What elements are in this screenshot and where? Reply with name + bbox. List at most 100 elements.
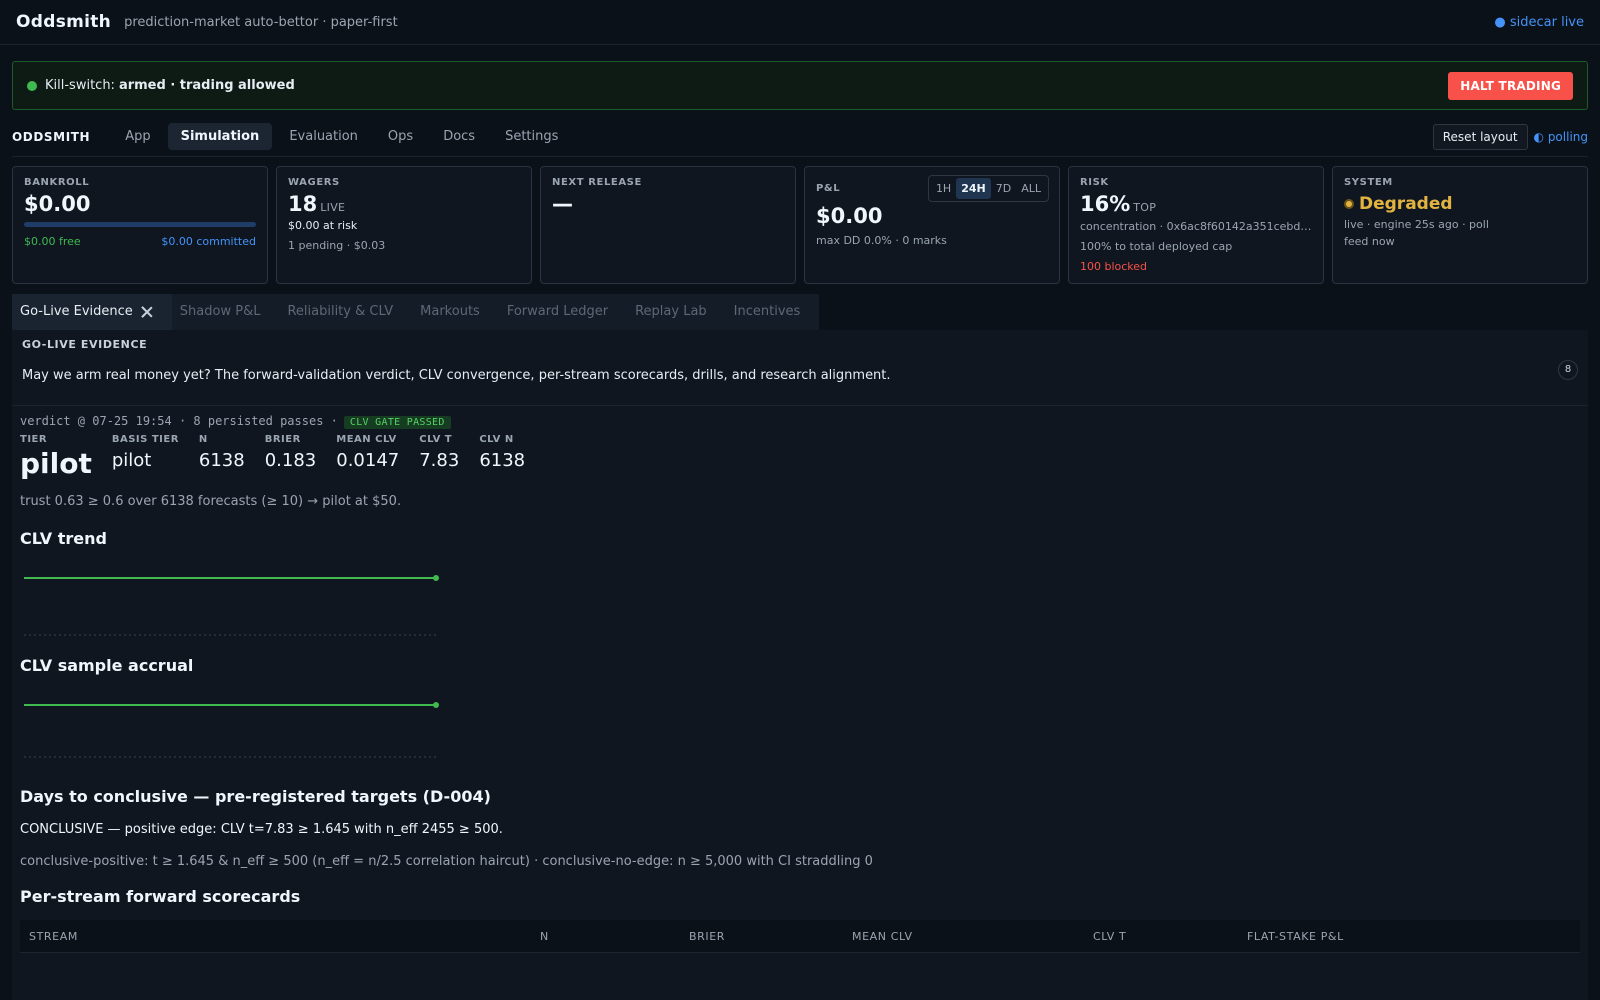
tab-markouts[interactable]: Markouts [412, 294, 499, 330]
nav-item-ops[interactable]: Ops [375, 123, 426, 150]
card-label: RISK [1080, 177, 1109, 188]
column-header[interactable]: N [540, 930, 689, 943]
system-status-text: Degraded [1359, 194, 1453, 214]
card-label: WAGERS [288, 177, 340, 188]
metric-value: 0.0147 [336, 450, 400, 471]
risk-cap: 100% to total deployed cap [1080, 240, 1233, 253]
range-all[interactable]: ALL [1016, 178, 1046, 199]
metric-clv-t: CLV T 7.83 [419, 434, 459, 480]
nav-item-simulation[interactable]: Simulation [167, 123, 273, 150]
reset-layout-button[interactable]: Reset layout [1432, 123, 1528, 150]
close-icon[interactable] [141, 306, 153, 318]
degraded-dot-icon [1344, 199, 1354, 209]
nav-brand: ODDSMITH [12, 129, 91, 144]
wagers-card: WAGERS 18 LIVE $0.00 at risk 1 pending · … [276, 166, 532, 284]
metric-n: N 6138 [199, 434, 245, 480]
status-dot-icon [27, 80, 37, 91]
metric-label: N [198, 434, 208, 445]
trust-line: trust 0.63 ≥ 0.6 over 6138 forecasts (≥ … [20, 494, 402, 509]
card-label: SYSTEM [1344, 177, 1393, 188]
top-bar: Oddsmith prediction-market auto-bettor ·… [0, 0, 1600, 45]
nav-item-app[interactable]: App [112, 123, 163, 150]
count-badge: 8 [1558, 360, 1578, 380]
risk-percent: 16% [1080, 192, 1131, 216]
tab-reliability-clv[interactable]: Reliability & CLV [279, 294, 413, 330]
wagers-value: 18 LIVE [288, 192, 520, 216]
kill-switch-status: armed · trading allowed [118, 78, 295, 93]
tab-label: Go-Live Evidence [20, 304, 133, 319]
panel-tabs: Go-Live Evidence Shadow P&L Reliability … [12, 294, 1588, 330]
bankroll-value: $0.00 [24, 192, 91, 216]
app-brand: Oddsmith [16, 12, 112, 32]
tab-forward-ledger[interactable]: Forward Ledger [498, 294, 628, 330]
risk-card: RISK 16% TOP concentration · 0x6ac8f60142… [1068, 166, 1324, 284]
metric-value: 6138 [479, 450, 526, 471]
system-status: Degraded [1344, 194, 1576, 214]
conclusive-status: CONCLUSIVE — positive edge: CLV t=7.83 ≥… [20, 822, 503, 837]
next-release-value: — [552, 192, 573, 216]
days-to-conclusive-title: Days to conclusive — pre-registered targ… [20, 787, 491, 806]
clv-accrual-title: CLV sample accrual [20, 656, 194, 675]
system-line-1: live · engine 25s ago · poll [1344, 218, 1489, 231]
bankroll-free: $0.00 free [24, 235, 81, 248]
scorecards-table: STREAM N BRIER MEAN CLV CLV T FLAT-STAKE… [20, 920, 1580, 953]
kill-switch-text: Kill-switch: armed · trading allowed [45, 78, 295, 93]
metric-label: BASIS TIER [111, 434, 179, 445]
tab-shadow-pnl[interactable]: Shadow P&L [171, 294, 280, 330]
column-header[interactable]: MEAN CLV [852, 930, 1093, 943]
column-header[interactable]: FLAT-STAKE P&L [1247, 930, 1344, 943]
range-7d[interactable]: 7D [991, 178, 1016, 199]
metric-value: pilot [111, 450, 152, 471]
tab-replay-lab[interactable]: Replay Lab [627, 294, 726, 330]
nav-item-docs[interactable]: Docs [430, 123, 488, 150]
metric-value: 7.83 [419, 450, 460, 471]
tab-incentives[interactable]: Incentives [725, 294, 820, 330]
kill-switch-bar: Kill-switch: armed · trading allowed HALT… [12, 61, 1588, 110]
verdict-text: verdict @ 07-25 19:54 · 8 persisted pass… [20, 414, 338, 428]
clv-accrual-point [433, 702, 439, 708]
range-24h[interactable]: 24H [956, 178, 991, 199]
polling-indicator: ◐ polling [1533, 129, 1588, 144]
nav-item-settings[interactable]: Settings [492, 123, 571, 150]
metric-basis-tier: BASIS TIER pilot [112, 434, 179, 480]
sidecar-status[interactable]: ● sidecar live [1494, 15, 1584, 30]
wagers-count: 18 [288, 192, 318, 216]
metric-value: 6138 [198, 450, 245, 471]
kill-switch-label: Kill-switch: [45, 78, 115, 93]
clv-accrual-sparkline [24, 702, 439, 758]
wagers-unit: LIVE [320, 201, 346, 214]
evidence-title: GO-LIVE EVIDENCE [22, 338, 148, 351]
column-header[interactable]: STREAM [29, 930, 540, 943]
bankroll-committed: $0.00 committed [161, 235, 256, 248]
scorecards-title: Per-stream forward scorecards [20, 887, 301, 906]
metric-value: 0.183 [264, 450, 317, 471]
conclusive-rule: conclusive-positive: t ≥ 1.645 & n_eff ≥… [20, 854, 873, 869]
wagers-pending: 1 pending · $0.03 [288, 239, 386, 252]
range-1h[interactable]: 1H [931, 178, 956, 199]
tab-go-live-evidence[interactable]: Go-Live Evidence [12, 294, 172, 330]
pnl-card: P&L 1H 24H 7D ALL $0.00 max DD 0.0% · 0 … [804, 166, 1060, 284]
system-card: SYSTEM Degraded live · engine 25s ago · … [1332, 166, 1588, 284]
metric-brier: BRIER 0.183 [265, 434, 317, 480]
metric-label: TIER [20, 434, 48, 445]
bankroll-card: BANKROLL $0.00 $0.00 free $0.00 committe… [12, 166, 268, 284]
column-header[interactable]: BRIER [689, 930, 852, 943]
metric-label: MEAN CLV [336, 434, 397, 445]
clv-trend-point [433, 575, 439, 581]
risk-unit: TOP [1133, 201, 1157, 214]
metric-label: CLV T [419, 434, 453, 445]
table-header-row: STREAM N BRIER MEAN CLV CLV T FLAT-STAKE… [20, 920, 1580, 952]
verdict-metrics: TIER pilot BASIS TIER pilot N 6138 BRIER… [20, 434, 1580, 480]
pnl-range-selector: 1H 24H 7D ALL [927, 175, 1049, 202]
app-subtitle: prediction-market auto-bettor · paper-fi… [124, 14, 398, 30]
card-label: NEXT RELEASE [552, 177, 642, 188]
nav-item-evaluation[interactable]: Evaluation [276, 123, 371, 150]
metric-clv-n: CLV N 6138 [479, 434, 525, 480]
pnl-sub: max DD 0.0% · 0 marks [816, 234, 947, 247]
column-header[interactable]: CLV T [1093, 930, 1247, 943]
evidence-header: GO-LIVE EVIDENCE May we arm real money y… [12, 330, 1588, 406]
main-nav: ODDSMITH App Simulation Evaluation Ops D… [12, 117, 1588, 157]
risk-value: 16% TOP [1080, 192, 1312, 216]
halt-trading-button[interactable]: HALT TRADING [1448, 71, 1573, 100]
evidence-description: May we arm real money yet? The forward-v… [22, 368, 891, 383]
